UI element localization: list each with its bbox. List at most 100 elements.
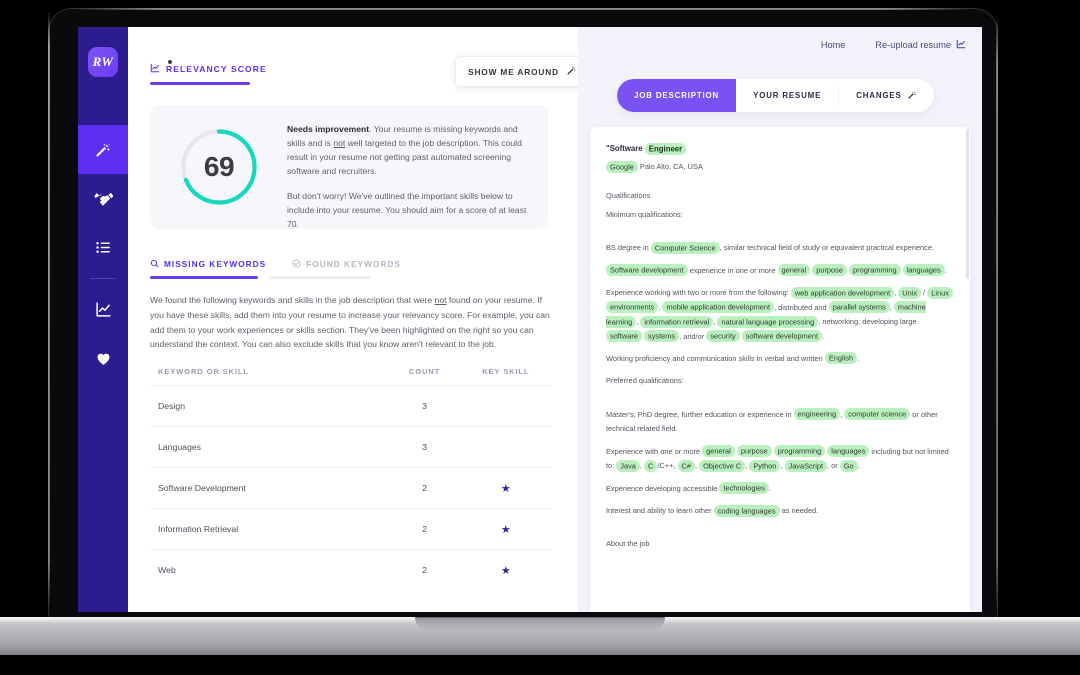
- keywords-table: KEYWORD OR SKILL COUNT KEY SKILL Design 3…: [150, 367, 552, 590]
- keyword-highlight[interactable]: C#: [677, 459, 695, 472]
- keyword-highlight[interactable]: software: [606, 330, 642, 342]
- job-title-text: "Software: [606, 144, 645, 153]
- keyword-highlight[interactable]: engineering: [793, 408, 841, 421]
- sidebar-nav: [78, 125, 128, 383]
- show-me-around-button[interactable]: SHOW ME AROUND: [455, 56, 578, 87]
- keyword-highlight[interactable]: purpose: [812, 264, 847, 277]
- keyword-highlight[interactable]: coding languages: [713, 504, 780, 517]
- laptop-lid-top-highlight: [70, 8, 975, 10]
- keyword-highlight[interactable]: Java: [616, 459, 640, 472]
- keyword-highlight[interactable]: Computer Science: [650, 241, 720, 254]
- keyword-highlight[interactable]: Linux: [927, 286, 953, 299]
- nav-home[interactable]: Home: [821, 40, 846, 50]
- table-row[interactable]: Information Retrieval 2 ★: [150, 508, 552, 549]
- star-icon[interactable]: ★: [501, 524, 511, 536]
- doc-text: Interest and ability to learn other: [606, 506, 714, 515]
- keyword-highlight[interactable]: computer science: [844, 408, 911, 421]
- minimum-qualifications-label: Minimum qualifications:: [606, 209, 683, 219]
- keyword-highlight[interactable]: English: [824, 352, 858, 365]
- doc-text: .: [857, 461, 860, 471]
- heart-icon: [95, 350, 112, 367]
- tab-your-resume-label: YOUR RESUME: [753, 91, 822, 100]
- keyword-highlight[interactable]: Software development: [606, 264, 688, 277]
- keyword-highlight[interactable]: information retrieval: [640, 315, 714, 328]
- keyword-highlight[interactable]: general: [777, 264, 811, 277]
- keyword-highlight[interactable]: Unix: [898, 286, 922, 299]
- app-logo[interactable]: RW: [88, 47, 118, 77]
- table-row[interactable]: Web 2 ★: [150, 549, 552, 590]
- keyword-highlight[interactable]: security: [706, 330, 740, 342]
- keyword-highlight[interactable]: technologies: [719, 482, 769, 495]
- star-icon[interactable]: ★: [501, 565, 511, 577]
- table-row[interactable]: Design 3: [150, 385, 552, 426]
- keyword-highlight[interactable]: JavaScript: [784, 459, 828, 472]
- nav-reupload-resume[interactable]: Re-upload resume: [875, 39, 966, 51]
- column-count: COUNT: [408, 367, 441, 376]
- tab-your-resume[interactable]: YOUR RESUME: [736, 79, 838, 112]
- tab-changes[interactable]: CHANGES: [839, 79, 933, 112]
- keyword-highlight[interactable]: C: [644, 459, 658, 472]
- tab-active-underline: [150, 276, 258, 279]
- keyword-highlight[interactable]: languages: [902, 264, 945, 277]
- nav-reupload-label: Re-upload resume: [875, 40, 951, 50]
- job-description-panel: Home Re-upload resume JOB DESCRIPTION YO…: [578, 27, 982, 612]
- doc-spacer-4: [606, 526, 954, 537]
- cell-keyword: Design: [158, 401, 186, 411]
- cell-count: 2: [422, 483, 427, 493]
- score-ring: 69: [178, 126, 260, 208]
- magic-wand-icon: [907, 87, 917, 105]
- tab-job-description-label: JOB DESCRIPTION: [634, 91, 720, 100]
- score-description: Needs improvement. Your resume is missin…: [287, 123, 527, 231]
- keyword-highlight[interactable]: Python: [749, 459, 781, 472]
- keyword-highlight[interactable]: mobile application development: [662, 301, 775, 314]
- job-company-line: Google Palo Alto, CA, USA: [606, 160, 954, 174]
- sidebar-item-matches[interactable]: [78, 174, 128, 223]
- star-icon[interactable]: ★: [501, 483, 511, 495]
- doc-text: .: [944, 265, 947, 275]
- table-row[interactable]: Languages 3: [150, 426, 552, 467]
- keyword-highlight[interactable]: general: [702, 445, 735, 458]
- doc-line-softdev: Software development experience in one o…: [606, 264, 954, 278]
- chart-icon: [150, 60, 160, 78]
- keyword-highlight[interactable]: parallel systems: [828, 301, 890, 314]
- keyword-highlight[interactable]: software development: [741, 330, 823, 342]
- document-scrollbar[interactable]: [966, 129, 969, 279]
- sidebar-item-optimize[interactable]: [78, 125, 128, 174]
- sidebar-item-lists[interactable]: [78, 223, 128, 272]
- score-headline: Needs improvement: [287, 124, 370, 134]
- show-me-around-label: SHOW ME AROUND: [468, 66, 559, 77]
- screenshot-stage: RW RELEVANCY SCORE SHOW ME AROUND 69 Nee…: [0, 0, 1080, 675]
- keyword-highlight[interactable]: Go: [839, 459, 858, 472]
- search-icon: [150, 255, 159, 273]
- doc-line-access: Experience developing accessible technol…: [606, 482, 954, 496]
- keyword-highlight[interactable]: environments: [606, 301, 659, 314]
- keyword-highlight[interactable]: systems: [644, 330, 680, 342]
- keyword-highlight[interactable]: Objective C: [699, 459, 746, 472]
- keyword-highlight[interactable]: purpose: [736, 445, 772, 458]
- sidebar-item-saved[interactable]: [78, 334, 128, 383]
- sidebar-item-analytics[interactable]: [78, 285, 128, 334]
- keyword-highlight[interactable]: web application development: [790, 286, 895, 299]
- chart-icon: [95, 301, 112, 318]
- doc-text: BS degree in: [606, 243, 651, 253]
- preferred-qualifications-label: Preferred qualifications:: [606, 376, 684, 386]
- table-row[interactable]: Software Development 2 ★: [150, 467, 552, 508]
- cell-count: 3: [422, 442, 427, 452]
- job-title: "Software Engineer: [606, 142, 954, 155]
- keyword-highlight[interactable]: programming: [849, 264, 901, 277]
- tab-missing-keywords[interactable]: MISSING KEYWORDS: [150, 255, 266, 273]
- keyword-highlight[interactable]: natural language processing: [717, 315, 819, 328]
- webcam-dot: [168, 60, 172, 64]
- tab-found-keywords[interactable]: FOUND KEYWORDS: [292, 255, 401, 273]
- keyword-highlight[interactable]: languages: [827, 445, 870, 458]
- doc-line-coding: Interest and ability to learn other codi…: [606, 504, 954, 518]
- doc-spacer-3: [606, 397, 954, 408]
- laptop-screen: RW RELEVANCY SCORE SHOW ME AROUND 69 Nee…: [78, 27, 982, 612]
- tab-job-description[interactable]: JOB DESCRIPTION: [617, 79, 737, 112]
- cell-key-skill: ★: [468, 561, 544, 579]
- cell-keyword: Software Development: [158, 483, 246, 493]
- doc-text: .: [857, 353, 860, 363]
- keyword-highlight[interactable]: programming: [773, 445, 826, 458]
- doc-text: Master's, PhD degree, further education …: [606, 409, 794, 419]
- about-the-job-label: About the job: [606, 539, 650, 549]
